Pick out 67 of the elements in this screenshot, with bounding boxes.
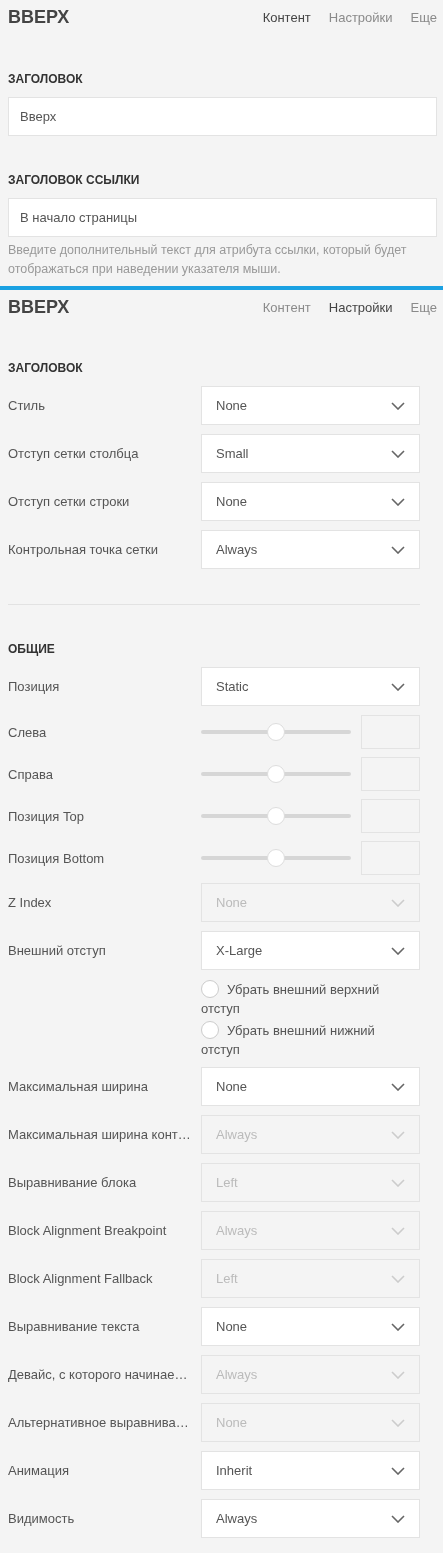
slider-thumb[interactable] — [267, 807, 285, 825]
chevron-down-icon — [391, 1418, 405, 1427]
panel-title: ВВЕРХ — [8, 6, 70, 28]
field-label: Отступ сетки столбца — [8, 446, 140, 461]
radio-option[interactable]: Убрать внешний нижний отступ — [201, 1020, 397, 1059]
chevron-down-icon — [391, 449, 405, 458]
field-label: Позиция — [8, 679, 61, 694]
dropdown[interactable]: Static — [201, 667, 420, 706]
field-label: Z Index — [8, 895, 53, 910]
field-label: Максимальная ширина конт… — [8, 1127, 192, 1142]
chevron-down-icon — [391, 1466, 405, 1475]
radio-button[interactable] — [201, 980, 219, 998]
field-label: Анимация — [8, 1463, 71, 1478]
dropdown[interactable]: None — [201, 386, 420, 425]
chevron-down-icon — [391, 1178, 405, 1187]
help-text: Введите дополнительный текст для атрибута ссылки, который будет отображаться при наведении указателя мыши. — [8, 242, 408, 278]
field-label: Выравнивание блока — [8, 1175, 138, 1190]
dropdown[interactable]: None — [201, 1307, 420, 1346]
field-label: Block Alignment Fallback — [8, 1271, 154, 1286]
dropdown[interactable]: X-Large — [201, 931, 420, 970]
field-label: Максимальная ширина — [8, 1079, 149, 1094]
section-heading: ОБЩИЕ — [8, 641, 56, 657]
field-label: Справа — [8, 766, 54, 782]
section-heading: ЗАГОЛОВОК — [8, 360, 84, 376]
chevron-down-icon — [391, 1322, 405, 1331]
field-label: Позиция Bottom — [8, 850, 106, 866]
field-label: Альтернативное выравнива… — [8, 1415, 190, 1430]
tab[interactable]: Настройки — [328, 299, 393, 315]
chevron-down-icon — [391, 1274, 405, 1283]
dropdown[interactable]: None — [201, 1067, 420, 1106]
dropdown[interactable]: Small — [201, 434, 420, 473]
tab[interactable]: Контент — [262, 9, 311, 25]
text-field[interactable]: Вверх — [8, 97, 437, 136]
field-label: Выравнивание текста — [8, 1319, 141, 1334]
dropdown[interactable]: Inherit — [201, 1451, 420, 1490]
chevron-down-icon — [391, 682, 405, 691]
panel-title: ВВЕРХ — [8, 296, 70, 318]
text-field[interactable]: В начало страницы — [8, 198, 437, 237]
field-label: Контрольная точка сетки — [8, 542, 160, 557]
field-label: Девайс, с которого начинае… — [8, 1367, 189, 1382]
slider-thumb[interactable] — [267, 723, 285, 741]
section-heading: ЗАГОЛОВОК ССЫЛКИ — [8, 172, 141, 188]
slider-thumb[interactable] — [267, 849, 285, 867]
radio-option[interactable]: Убрать внешний верхний отступ — [201, 979, 397, 1018]
chevron-down-icon — [391, 1514, 405, 1523]
dropdown[interactable]: None — [201, 482, 420, 521]
chevron-down-icon — [391, 1082, 405, 1091]
chevron-down-icon — [391, 1130, 405, 1139]
dropdown[interactable]: Always — [201, 530, 420, 569]
field-label: Позиция Top — [8, 808, 85, 824]
slider-thumb[interactable] — [267, 765, 285, 783]
radio-button[interactable] — [201, 1021, 219, 1039]
dropdown[interactable]: Always — [201, 1499, 420, 1538]
chevron-down-icon — [391, 545, 405, 554]
chevron-down-icon — [391, 898, 405, 907]
field-label: Block Alignment Breakpoint — [8, 1223, 168, 1238]
field-label: Слева — [8, 724, 48, 740]
field-label: Внешний отступ — [8, 943, 107, 958]
chevron-down-icon — [391, 401, 405, 410]
section-heading: ЗАГОЛОВОК — [8, 71, 84, 87]
field-label: Отступ сетки строки — [8, 494, 131, 509]
chevron-down-icon — [391, 1370, 405, 1379]
field-label: Стиль — [8, 398, 46, 413]
chevron-down-icon — [391, 497, 405, 506]
chevron-down-icon — [391, 1226, 405, 1235]
field-label: Видимость — [8, 1511, 76, 1526]
chevron-down-icon — [391, 946, 405, 955]
